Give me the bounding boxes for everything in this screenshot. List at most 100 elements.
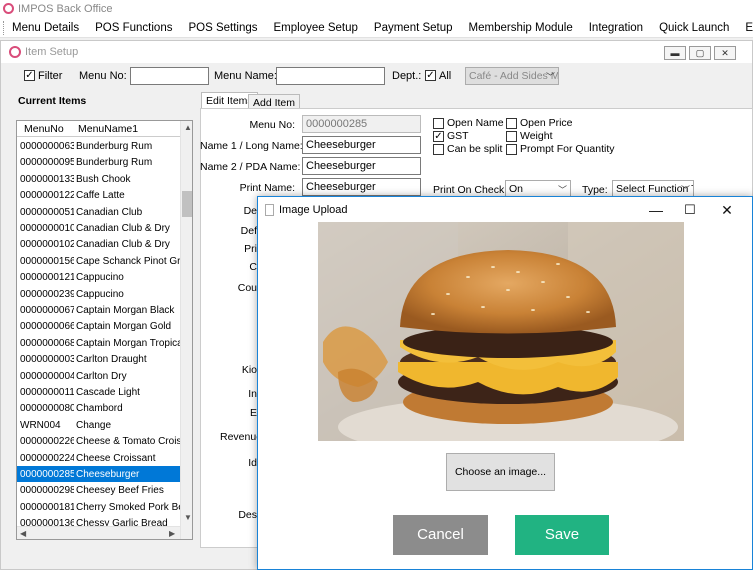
chevron-down-icon: ﹀ [545,72,555,82]
print-name-input[interactable]: Cheeseburger [302,178,421,196]
list-item[interactable]: 0000000298 Cheesey Beef Fries [17,482,180,498]
menu-no-filter-label: Menu No: [79,70,127,82]
menu-no-input[interactable]: 0000000285 [302,115,421,133]
list-item-menuname: Bush Chook [76,173,131,185]
vertical-scrollbar[interactable]: ▲ ▼ [180,121,192,539]
filter-checkbox[interactable]: ✓ [24,70,35,81]
list-item[interactable]: 0000000122 Caffe Latte [17,187,180,203]
menu-membership-module[interactable]: Membership Module [461,18,581,38]
list-item[interactable]: 0000000051 Canadian Club [17,204,180,220]
list-item-menuno: 0000000068 [20,337,74,349]
list-item-menuname: Change [76,419,112,431]
list-item-menuname: Canadian Club [76,206,143,218]
prompt-quantity-checkbox[interactable] [506,144,517,155]
list-item[interactable]: 0000000102 Canadian Club & Dry [17,236,180,252]
menu-menu-details[interactable]: Menu Details [4,18,87,38]
menu-name-filter-input[interactable] [276,67,385,85]
list-item[interactable]: 0000000010 Canadian Club & Dry [17,220,180,236]
list-item-menuno: 0000000003 [20,354,74,366]
name2-input[interactable]: Cheeseburger [302,157,421,175]
list-item[interactable]: 0000000224 Cheese Croissant [17,450,180,466]
list-item-menuno: 0000000224 [20,452,74,464]
list-item[interactable]: 0000000095 Bunderburg Rum [17,154,180,170]
current-items-list[interactable]: MenuNo MenuName1 0000000063 Bunderburg Ru… [16,120,193,540]
item-setup-titlebar: Item Setup ▬ ▢ ✕ [1,41,752,63]
dialog-close-icon[interactable]: ✕ [719,202,735,218]
list-item-menuname: Chambord [76,403,123,415]
can-be-split-label: Can be split [447,143,503,155]
horizontal-scrollbar[interactable]: ◀ ▶ [17,526,180,539]
list-item-menuname: Canadian Club & Dry [76,223,170,234]
window-logo-icon [9,46,21,58]
choose-image-button[interactable]: Choose an image... [446,453,555,491]
can-be-split-checkbox[interactable] [433,144,444,155]
column-header-menuname1[interactable]: MenuName1 [78,123,138,135]
dialog-minimize-icon[interactable]: — [648,202,664,218]
list-header: MenuNo MenuName1 [17,121,180,137]
minimize-button[interactable]: ▬ [664,46,686,60]
list-item[interactable]: 0000000068 Captain Morgan Tropical [17,335,180,351]
all-checkbox[interactable]: ✓ [425,70,436,81]
partial-label: Revenue [220,431,257,443]
menu-employee-setup[interactable]: Employee Setup [266,18,366,38]
weight-checkbox[interactable] [506,131,517,142]
list-item-menuno: 0000000122 [20,190,74,202]
menu-quick-launch[interactable]: Quick Launch [651,18,737,38]
all-label: All [439,70,452,82]
partial-label: De [243,205,257,217]
scroll-down-icon[interactable]: ▼ [184,513,192,522]
list-item[interactable]: WRN004 Change [17,417,180,433]
partial-label: C [249,261,257,273]
name1-input[interactable]: Cheeseburger [302,136,421,154]
list-item[interactable]: 0000000011 Cascade Light [17,384,180,400]
print-on-check-value: On [509,183,524,195]
list-item[interactable]: 0000000181Cherry Smoked Pork Belly [17,499,180,515]
save-button[interactable]: Save [515,515,609,555]
dept-select[interactable]: Café - Add Sides M ﹀ [465,67,559,85]
list-item[interactable]: 0000000133 Bush Chook [17,171,180,187]
list-item[interactable]: 0000000226Cheese & Tomato Croissant [17,433,180,449]
list-item-menuno: 0000000133 [20,173,74,185]
scroll-thumb[interactable] [182,191,192,217]
list-item[interactable]: 0000000156Cape Schanck Pinot Grigio [17,253,180,269]
list-item-menuname: Cheese Croissant [76,452,156,464]
print-on-check-label: Print On Check: [433,184,508,196]
list-item[interactable]: 0000000121 Cappucino [17,269,180,285]
restore-button[interactable]: ▢ [689,46,711,60]
open-name-label: Open Name [447,117,504,129]
list-item[interactable]: 0000000063 Bunderburg Rum [17,138,180,154]
menu-integration[interactable]: Integration [581,18,651,38]
list-item[interactable]: 0000000239 Cappucino [17,286,180,302]
list-item[interactable]: 0000000066 Captain Morgan Gold [17,318,180,334]
impos-logo-icon [3,3,14,14]
chevron-down-icon: ﹀ [680,185,690,195]
open-price-checkbox[interactable] [506,118,517,129]
list-item[interactable]: 0000000004 Carlton Dry [17,368,180,384]
open-name-checkbox[interactable] [433,118,444,129]
dialog-title: Image Upload [279,204,348,216]
list-item[interactable]: 0000000067 Captain Morgan Black [17,302,180,318]
list-item-menuno: 0000000080 [20,403,74,415]
list-item[interactable]: 0000000003 Carlton Draught [17,351,180,367]
dialog-maximize-icon[interactable]: ☐ [682,202,698,218]
list-item-menuname: Caffe Latte [76,190,125,202]
menu-no-filter-input[interactable] [130,67,209,85]
list-item[interactable]: 0000000080 Chambord [17,400,180,416]
menu-payment-setup[interactable]: Payment Setup [366,18,461,38]
menu-pos-settings[interactable]: POS Settings [180,18,265,38]
menu-exit[interactable]: Exit [737,18,753,38]
column-header-menuno[interactable]: MenuNo [24,123,64,135]
gst-checkbox[interactable]: ✓ [433,131,444,142]
scroll-up-icon[interactable]: ▲ [184,123,192,132]
list-item-menuno: 0000000067 [20,305,74,316]
list-item[interactable]: 0000000285 Cheeseburger [17,466,180,483]
close-button[interactable]: ✕ [714,46,736,60]
menu-pos-functions[interactable]: POS Functions [87,18,180,38]
scroll-right-icon[interactable]: ▶ [169,529,175,538]
list-item-menuname: Cheese & Tomato Croissant [76,436,180,448]
list-item-menuno: 0000000226 [20,436,74,448]
scroll-left-icon[interactable]: ◀ [20,529,26,538]
cancel-button[interactable]: Cancel [393,515,488,555]
partial-label: Des [238,509,257,521]
list-item-menuno: 0000000066 [20,321,74,333]
